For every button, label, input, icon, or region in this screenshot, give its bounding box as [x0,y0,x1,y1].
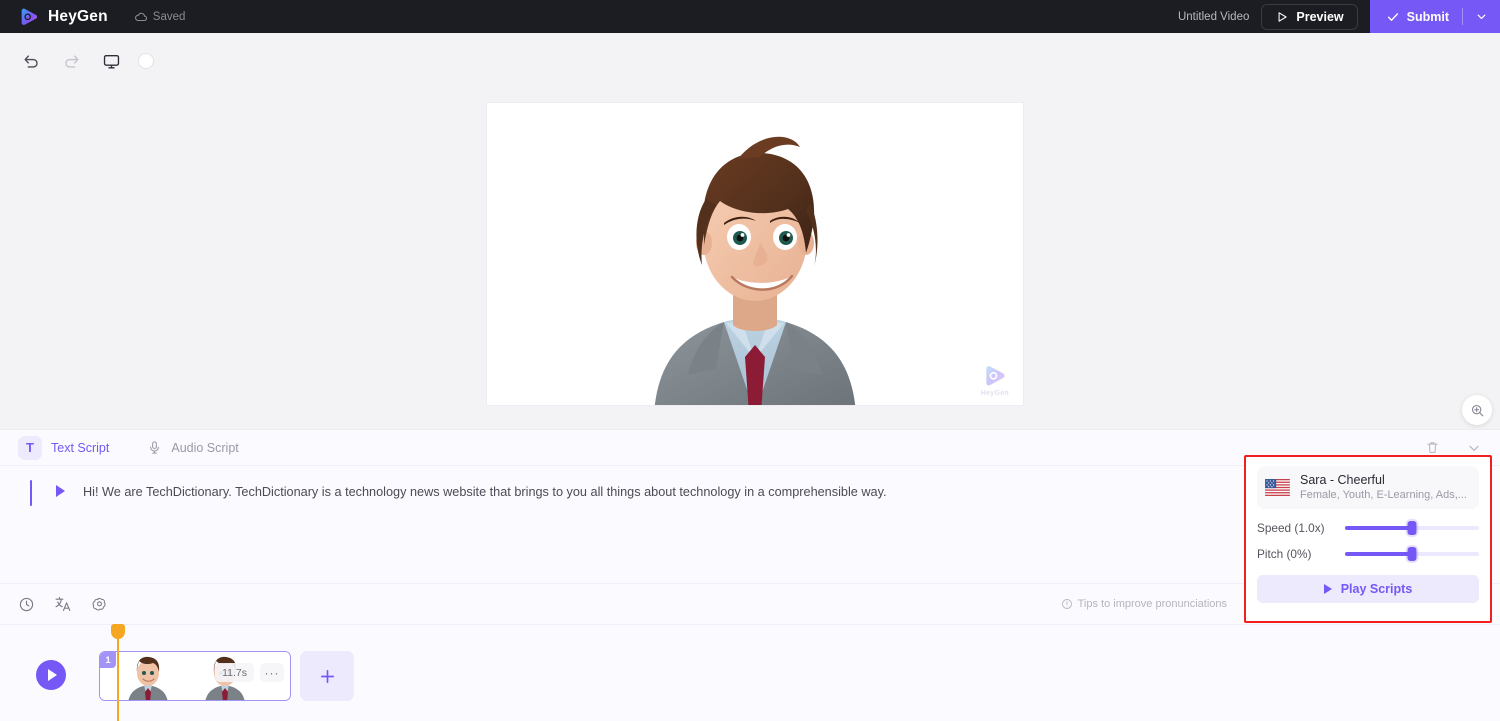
pitch-slider[interactable] [1345,552,1479,556]
microphone-icon [147,440,162,455]
scene-duration-badge: 11.7s [215,663,254,682]
tab-text-script-label: Text Script [51,441,109,455]
monitor-icon [102,52,121,71]
voice-settings-panel: Sara - Cheerful Female, Youth, E-Learnin… [1244,455,1492,623]
submit-label: Submit [1407,10,1449,24]
tab-audio-script[interactable]: Audio Script [147,440,238,455]
timeline-play-button[interactable] [36,660,66,690]
saved-status: Saved [134,10,186,24]
preview-label: Preview [1296,10,1343,24]
header-actions: Untitled Video Preview Submit [1178,0,1500,33]
play-scripts-button[interactable]: Play Scripts [1257,575,1479,603]
add-scene-button[interactable] [300,651,354,701]
pitch-slider-fill [1345,552,1412,556]
trash-icon [1425,440,1440,455]
chevron-down-icon [1466,440,1482,456]
pitch-label: Pitch (0%) [1257,547,1335,561]
translate-button[interactable] [54,595,72,613]
saved-label: Saved [153,11,186,23]
redo-icon [62,52,81,71]
clock-icon [18,596,35,613]
video-canvas[interactable]: HeyGen [487,103,1023,405]
timeline-playhead[interactable] [117,624,119,721]
editor-stage: HeyGen [0,33,1500,429]
voice-name: Sara - Cheerful [1300,472,1467,488]
script-text[interactable]: Hi! We are TechDictionary. TechDictionar… [83,484,1203,500]
stage-toolbar [18,48,154,74]
video-title[interactable]: Untitled Video [1178,11,1249,23]
tab-text-script[interactable]: T Text Script [18,436,109,460]
zoom-in-button[interactable] [1462,395,1492,425]
voice-tags: Female, Youth, E-Learning, Ads,... [1300,488,1467,503]
voice-info: Sara - Cheerful Female, Youth, E-Learnin… [1300,472,1467,503]
plus-icon [317,666,338,687]
ai-assistant-button[interactable] [91,596,108,613]
check-icon [1386,10,1400,24]
script-header-actions [1425,440,1482,456]
script-tools [18,595,108,613]
timeline-scene-1[interactable]: 1 11.7s ··· [99,651,291,701]
background-color-swatch[interactable] [138,53,154,69]
tab-audio-script-label: Audio Script [171,441,238,455]
scene-more-menu-button[interactable]: ··· [260,663,284,682]
pause-duration-button[interactable] [18,596,35,613]
cloud-icon [134,10,148,24]
delete-script-button[interactable] [1425,440,1440,455]
us-flag-icon [1265,479,1290,496]
submit-dropdown-button[interactable] [1463,0,1500,33]
heygen-watermark: HeyGen [981,363,1009,397]
heygen-play-logo-icon [982,363,1008,389]
script-play-button[interactable] [56,485,65,497]
undo-icon [22,52,41,71]
scene-number-badge: 1 [100,652,116,668]
zoom-in-icon [1470,403,1485,418]
preview-button[interactable]: Preview [1261,4,1357,30]
script-cursor-bar [30,480,32,506]
collapse-panel-button[interactable] [1466,440,1482,456]
play-outline-icon [1275,10,1289,24]
text-t-icon: T [18,436,42,460]
app-header: HeyGen Saved Untitled Video Preview [0,0,1500,33]
watermark-label: HeyGen [981,390,1009,397]
chevron-down-icon [1475,10,1488,23]
translate-icon [54,595,72,613]
brand-logo-group[interactable]: HeyGen [18,6,108,28]
undo-button[interactable] [18,48,44,74]
play-scripts-label: Play Scripts [1341,582,1413,596]
play-triangle-icon [48,669,57,681]
speed-slider[interactable] [1345,526,1479,530]
screen-size-button[interactable] [98,48,124,74]
speed-slider-thumb[interactable] [1408,521,1417,535]
heygen-video-editor: HeyGen Saved Untitled Video Preview [0,0,1500,721]
info-circle-icon [1061,598,1073,610]
ai-assistant-icon [91,596,108,613]
play-triangle-icon [1324,584,1332,594]
voice-selector[interactable]: Sara - Cheerful Female, Youth, E-Learnin… [1257,466,1479,509]
speed-control: Speed (1.0x) [1257,521,1479,535]
pronunciation-tips-link[interactable]: Tips to improve pronunciations [1061,598,1227,610]
speed-slider-fill [1345,526,1412,530]
pitch-slider-thumb[interactable] [1408,547,1417,561]
avatar-preview [620,113,890,405]
speed-label: Speed (1.0x) [1257,521,1335,535]
tips-label: Tips to improve pronunciations [1078,598,1227,610]
submit-button[interactable]: Submit [1370,0,1462,33]
pitch-control: Pitch (0%) [1257,547,1479,561]
heygen-play-logo-icon [18,6,40,28]
brand-name: HeyGen [48,8,108,26]
redo-button[interactable] [58,48,84,74]
submit-button-group[interactable]: Submit [1370,0,1500,33]
playhead-handle[interactable] [111,624,125,639]
